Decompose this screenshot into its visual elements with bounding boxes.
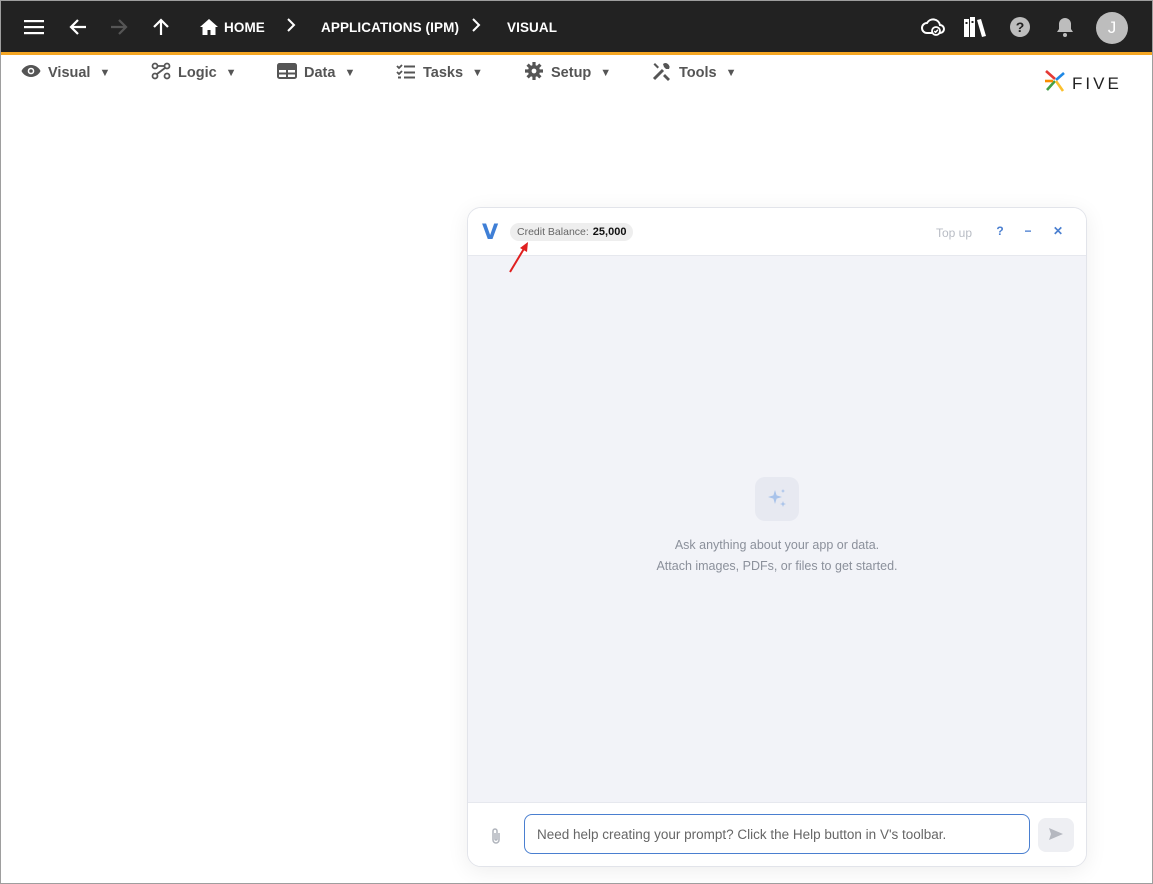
five-logo-mark-icon xyxy=(1044,69,1066,98)
v-logo: V xyxy=(482,220,499,244)
logic-icon xyxy=(151,62,171,84)
ai-chat-panel: V Credit Balance: 25,000 Top up ? − ✕ As… xyxy=(467,207,1087,867)
checklist-icon xyxy=(396,63,416,83)
menu-tasks[interactable]: Tasks ▼ xyxy=(396,61,483,85)
prompt-input[interactable] xyxy=(524,814,1030,854)
menu-data[interactable]: Data ▼ xyxy=(277,61,355,85)
gear-icon xyxy=(524,61,544,85)
eye-icon xyxy=(21,64,41,82)
cloud-check-icon[interactable] xyxy=(919,13,947,41)
caret-down-icon: ▼ xyxy=(725,67,737,79)
top-app-bar: HOME APPLICATIONS (IPM) VISUAL ? J xyxy=(1,1,1152,55)
app-window: HOME APPLICATIONS (IPM) VISUAL ? J Visua… xyxy=(0,0,1153,884)
menu-label: Logic xyxy=(178,65,217,81)
menu-label: Tasks xyxy=(423,65,464,81)
tools-icon xyxy=(652,61,672,85)
menu-label: Data xyxy=(304,65,336,81)
attach-paperclip-icon[interactable] xyxy=(490,827,502,850)
menu-label: Setup xyxy=(551,65,592,81)
caret-down-icon: ▼ xyxy=(344,67,356,79)
breadcrumb-visual[interactable]: VISUAL xyxy=(507,20,557,35)
forward-arrow-icon[interactable] xyxy=(105,13,133,41)
close-button[interactable]: ✕ xyxy=(1049,222,1067,240)
minimize-button[interactable]: − xyxy=(1019,222,1037,240)
chat-header: V Credit Balance: 25,000 Top up ? − ✕ xyxy=(468,208,1086,256)
credit-value: 25,000 xyxy=(592,226,627,238)
sparkle-icon xyxy=(755,477,799,521)
table-icon xyxy=(277,63,297,83)
top-up-button[interactable]: Top up xyxy=(936,226,972,240)
chevron-right-icon xyxy=(471,17,481,38)
svg-text:?: ? xyxy=(1016,19,1025,35)
menu-tools[interactable]: Tools ▼ xyxy=(652,61,736,85)
caret-down-icon: ▼ xyxy=(472,67,483,79)
logo-text: FIVE xyxy=(1072,73,1122,93)
chevron-right-icon xyxy=(286,17,296,38)
caret-down-icon: ▼ xyxy=(225,67,237,79)
menu-visual[interactable]: Visual ▼ xyxy=(21,61,110,85)
chat-input-bar xyxy=(468,802,1086,866)
send-button[interactable] xyxy=(1038,818,1074,852)
breadcrumb-applications[interactable]: APPLICATIONS (IPM) xyxy=(321,20,459,35)
annotation-arrow xyxy=(509,242,528,273)
menu-setup[interactable]: Setup ▼ xyxy=(524,61,611,85)
chat-messages-area: Ask anything about your app or data. Att… xyxy=(468,256,1086,802)
avatar[interactable]: J xyxy=(1096,12,1128,44)
send-icon xyxy=(1048,827,1064,844)
credit-label: Credit Balance: xyxy=(517,226,589,238)
bell-icon[interactable] xyxy=(1051,13,1079,41)
caret-down-icon: ▼ xyxy=(99,67,111,79)
help-icon[interactable]: ? xyxy=(1006,13,1034,41)
menu-icon[interactable] xyxy=(20,13,48,41)
home-icon[interactable] xyxy=(195,13,223,41)
five-logo: FIVE xyxy=(1044,69,1122,98)
empty-state-line-1: Ask anything about your app or data. xyxy=(674,538,880,552)
back-arrow-icon[interactable] xyxy=(64,13,92,41)
empty-state-line-2: Attach images, PDFs, or files to get sta… xyxy=(656,559,898,573)
menu-label: Visual xyxy=(48,65,91,81)
menu-logic[interactable]: Logic ▼ xyxy=(151,61,237,85)
menu-label: Tools xyxy=(679,65,717,81)
help-button[interactable]: ? xyxy=(991,222,1009,240)
breadcrumb-home[interactable]: HOME xyxy=(224,20,265,35)
library-icon[interactable] xyxy=(961,13,989,41)
up-arrow-icon[interactable] xyxy=(147,13,175,41)
caret-down-icon: ▼ xyxy=(600,67,612,79)
